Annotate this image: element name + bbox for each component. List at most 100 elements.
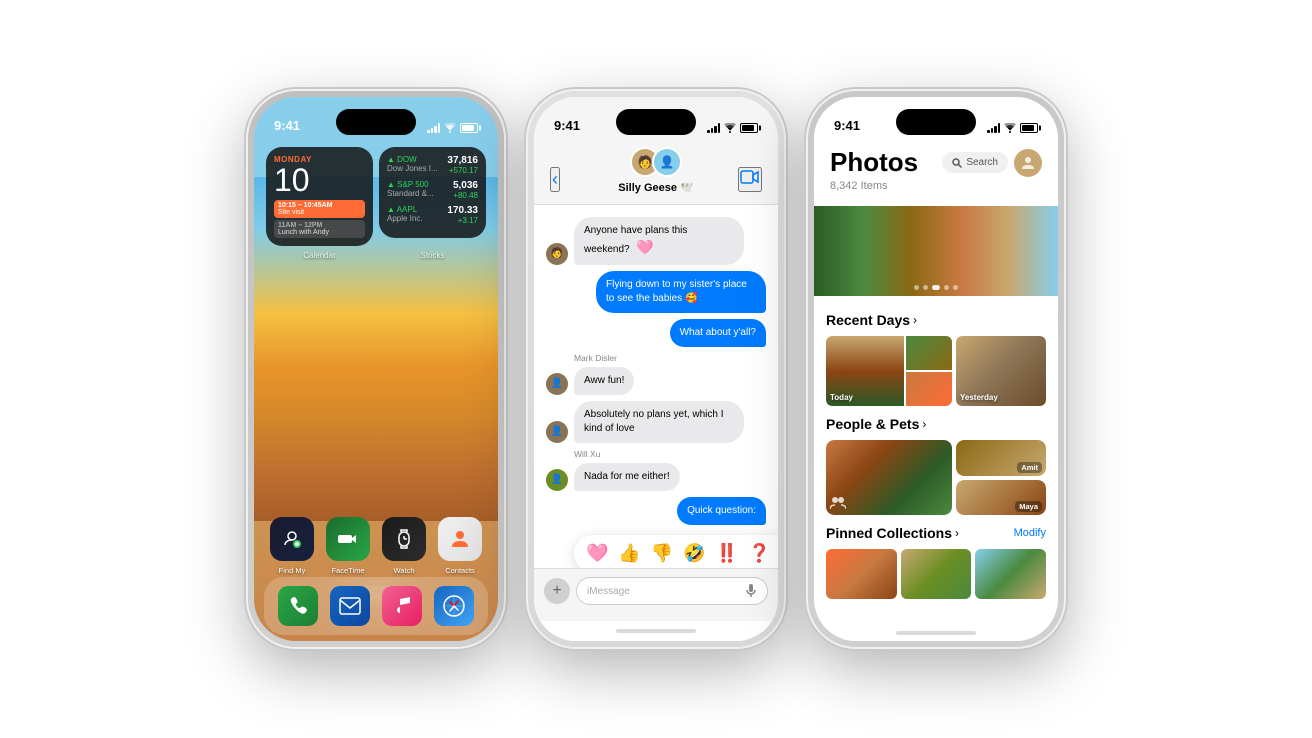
app-watch[interactable]	[382, 517, 426, 561]
sender-avatar-will: 👤	[546, 469, 568, 491]
dock-phone[interactable]	[278, 586, 318, 626]
people-pets-title: People & Pets	[826, 416, 919, 432]
message-5: 👤 Absolutely no plans yet, which I kind …	[546, 401, 766, 443]
photos-search-button[interactable]: Search	[942, 152, 1008, 173]
message-2: Flying down to my sister's place to see …	[546, 271, 766, 313]
photos-title-row: Photos Search	[830, 147, 1042, 178]
pinned-thumb-2[interactable]	[901, 549, 972, 599]
phone-messages-screen: 9:41	[534, 97, 778, 641]
photos-title: Photos	[830, 147, 918, 178]
app-contacts[interactable]	[438, 517, 482, 561]
message-3: What about y'all?	[546, 319, 766, 347]
messages-contact-info: 🧑 👤 Silly Geese 🕊️	[618, 147, 693, 194]
tapback-haha[interactable]: 🤣	[683, 543, 705, 564]
photos-wifi-icon	[1003, 123, 1017, 133]
sender-avatar-mark: 👤	[546, 373, 568, 395]
maya-name: Maya	[1015, 501, 1042, 512]
photos-search-label: Search	[966, 157, 998, 168]
group-name[interactable]: Silly Geese 🕊️	[618, 181, 693, 194]
tapback-question[interactable]: ❓	[748, 543, 770, 564]
stock-row-dow: ▲ DOW Dow Jones I... 37,816 +570.17	[387, 155, 478, 175]
recent-days-chevron[interactable]: ›	[913, 313, 917, 327]
yesterday-label: Yesterday	[960, 393, 998, 402]
widgets-row: MONDAY 10 10:15 – 10:45AM Site visit 11A…	[266, 147, 486, 246]
music-icon	[392, 595, 412, 617]
pinned-chevron[interactable]: ›	[955, 526, 959, 540]
messages-plus-button[interactable]: +	[544, 578, 570, 604]
people-pets-chevron[interactable]: ›	[922, 417, 926, 431]
recent-day-yesterday[interactable]: Yesterday	[956, 336, 1046, 406]
photos-time: 9:41	[834, 118, 860, 133]
findmy-icon	[280, 527, 304, 551]
sender-name-will: Will Xu	[574, 449, 766, 459]
photos-status-icons	[987, 123, 1038, 133]
tapback-exclaim[interactable]: ‼️	[716, 543, 738, 564]
pinned-collections-title: Pinned Collections	[826, 525, 952, 541]
person-amit[interactable]: Amit	[956, 440, 1046, 476]
contacts-icon	[448, 527, 472, 551]
photos-battery-icon	[1020, 123, 1038, 133]
photos-status-bar: 9:41	[814, 97, 1058, 141]
tapback-bar[interactable]: 🩷 👍 👎 🤣 ‼️ ❓ 🎂	[574, 535, 778, 568]
profile-avatar-icon	[1020, 155, 1036, 171]
message-1: 🧑 Anyone have plans this weekend? 🩷	[546, 217, 766, 265]
microphone-icon	[745, 583, 757, 599]
photos-header-actions: Search	[942, 149, 1042, 177]
video-call-button[interactable]	[738, 167, 762, 192]
pinned-collections-grid	[826, 549, 1046, 599]
signal-icon	[427, 123, 440, 133]
phone-home-screen: 9:41	[254, 97, 498, 641]
pinned-thumb-1[interactable]	[826, 549, 897, 599]
safari-icon	[443, 595, 465, 617]
tapback-heart[interactable]: 🩷	[586, 543, 608, 564]
photos-profile-button[interactable]	[1014, 149, 1042, 177]
stocks-widget[interactable]: ▲ DOW Dow Jones I... 37,816 +570.17	[379, 147, 486, 238]
tapback-thumbsup[interactable]: 👍	[618, 543, 640, 564]
people-pets-grid: Amit Maya	[826, 440, 1046, 515]
messages-back-button[interactable]: ‹	[550, 167, 560, 192]
people-group-card[interactable]	[826, 440, 952, 515]
calendar-widget[interactable]: MONDAY 10 10:15 – 10:45AM Site visit 11A…	[266, 147, 373, 246]
tapback-thumbsdown[interactable]: 👎	[651, 543, 673, 564]
recent-day-today[interactable]: Today	[826, 336, 952, 406]
app-facetime[interactable]	[326, 517, 370, 561]
facetime-icon	[336, 527, 360, 551]
dock-music[interactable]	[382, 586, 422, 626]
battery-icon	[460, 123, 478, 133]
phone-icon	[287, 595, 309, 617]
watch-icon	[394, 527, 414, 551]
modify-button[interactable]: Modify	[1014, 527, 1046, 539]
dock-safari[interactable]	[434, 586, 474, 626]
recent-days-grid: Today Yesterday	[826, 336, 1046, 406]
app-findmy[interactable]	[270, 517, 314, 561]
pinned-thumb-3[interactable]	[975, 549, 1046, 599]
mail-icon	[339, 597, 361, 615]
msg-signal-icon	[707, 123, 720, 133]
app-facetime-wrap: FaceTime	[326, 517, 370, 561]
person-maya[interactable]: Maya	[956, 480, 1046, 516]
group-avatar-2: 👤	[652, 147, 682, 177]
app-contacts-wrap: Contacts	[438, 517, 482, 561]
cal-date: 10	[274, 164, 365, 196]
stocks-widget-wrap: ▲ DOW Dow Jones I... 37,816 +570.17	[379, 147, 486, 246]
photos-home-indicator	[814, 625, 1058, 641]
home-time: 9:41	[274, 118, 300, 133]
bubble-7: Quick question:	[677, 497, 766, 525]
people-individual-cards: Amit Maya	[956, 440, 1046, 515]
pinned-collections-header: Pinned Collections › Modify	[826, 525, 1046, 541]
photos-featured-strip[interactable]	[814, 206, 1058, 296]
messages-input-field[interactable]: iMessage	[576, 577, 768, 605]
messages-list: 🧑 Anyone have plans this weekend? 🩷 Flyi…	[534, 205, 778, 568]
bubble-2: Flying down to my sister's place to see …	[596, 271, 766, 313]
msg-battery-icon	[740, 123, 758, 133]
home-dock	[264, 577, 488, 635]
app-watch-label: Watch	[394, 566, 415, 575]
bubble-6: Nada for me either!	[574, 463, 680, 491]
message-4: 👤 Aww fun!	[546, 367, 766, 395]
dock-mail[interactable]	[330, 586, 370, 626]
home-status-icons	[427, 123, 478, 133]
sender-name-mark: Mark Disler	[574, 353, 766, 363]
phone-home: 9:41	[246, 89, 506, 649]
photos-signal-icon	[987, 123, 1000, 133]
message-6: 👤 Nada for me either!	[546, 463, 766, 491]
